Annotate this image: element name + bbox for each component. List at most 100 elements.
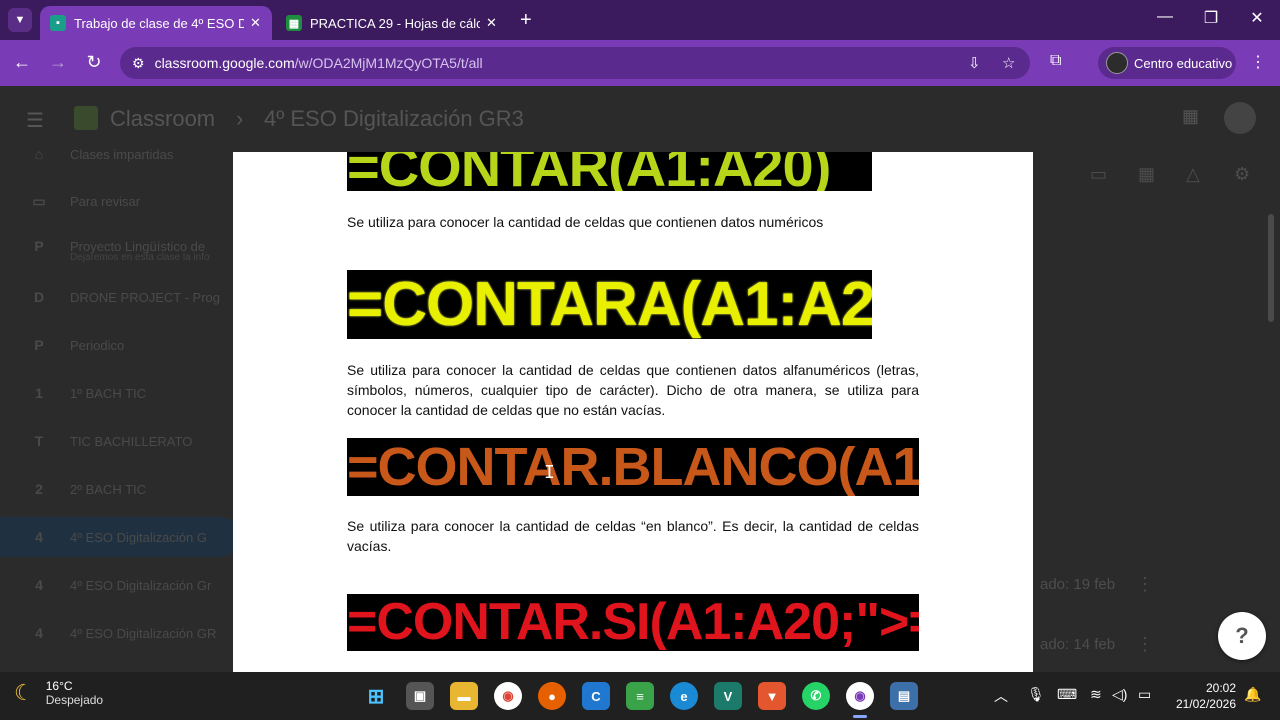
sidebar-item-class[interactable]: 4 4º ESO Digitalización Gr	[0, 565, 240, 605]
new-tab-button[interactable]: +	[520, 8, 532, 32]
sidebar-item-class[interactable]: 2 2º BACH TIC	[0, 469, 240, 509]
class-initial: 4	[35, 625, 43, 641]
edge-icon[interactable]: e	[670, 682, 698, 710]
close-icon[interactable]: ✕	[486, 15, 497, 31]
sidebar-item-review[interactable]: ▭ Para revisar	[0, 181, 240, 221]
whatsapp-icon[interactable]: ✆	[802, 682, 830, 710]
class-initial: P	[34, 238, 44, 254]
class-initial: 2	[35, 481, 43, 497]
sidebar-item-label: 4º ESO Digitalización G	[70, 529, 207, 545]
sheets-icon: ▦	[286, 15, 302, 31]
tab-title: PRACTICA 29 - Hojas de cálculo	[310, 15, 480, 31]
sidebar-item-class[interactable]: 4 4º ESO Digitalización GR	[0, 613, 240, 653]
avatar[interactable]	[1224, 102, 1256, 134]
formula-banner-contar-blanco: =CONTAR.BLANCO(A1:A20)	[347, 438, 919, 496]
tab-strip: ▼ ▪ Trabajo de clase de 4º ESO Digi ✕ ▦ …	[0, 0, 1280, 40]
description-contar: Se utiliza para conocer la cantidad de c…	[347, 214, 824, 230]
kebab-menu-icon[interactable]: ⋮	[1250, 52, 1266, 72]
task-view-icon[interactable]: ▣	[406, 682, 434, 710]
vscode-like-icon[interactable]: V	[714, 682, 742, 710]
brave-icon[interactable]: ▼	[758, 682, 786, 710]
formula-banner-contara: =CONTARA(A1:A20)	[347, 270, 872, 339]
back-button[interactable]: ←	[10, 52, 34, 73]
formula-banner-contar: =CONTAR(A1:A20)	[347, 152, 872, 191]
minimize-button[interactable]: —	[1150, 8, 1180, 26]
app-c-icon[interactable]: C	[582, 682, 610, 710]
help-button[interactable]: ?	[1218, 612, 1266, 660]
keyboard-icon[interactable]: ⌨	[1057, 686, 1077, 703]
moon-icon: ☾	[14, 680, 34, 705]
weather-widget[interactable]: ☾ 16°C Despejado	[14, 679, 103, 707]
battery-icon[interactable]: ▭	[1138, 686, 1151, 703]
class-initial: 4	[35, 529, 43, 545]
close-icon[interactable]: ✕	[250, 15, 261, 31]
sidebar-item-label: 4º ESO Digitalización Gr	[70, 577, 212, 593]
chevron-up-icon[interactable]: ︿	[994, 686, 1008, 706]
sidebar-item-label: TIC BACHILLERATO	[70, 433, 193, 449]
microphone-icon[interactable]: 🎙	[1027, 686, 1045, 703]
chrome-profile-icon[interactable]: ◉	[846, 682, 874, 710]
menu-icon[interactable]: ☰	[26, 108, 44, 133]
taskbar: ☾ 16°C Despejado ⊞ ▣ ▬ ◉ ● C ≡ e V ▼ ✆ ◉…	[0, 672, 1280, 720]
help-icon: ?	[1235, 623, 1249, 648]
sidebar-item-label: DRONE PROJECT - Prog	[70, 289, 221, 305]
tab-sheets[interactable]: ▦ PRACTICA 29 - Hojas de cálculo ✕	[276, 6, 514, 40]
folder-icon: ▭	[32, 192, 46, 209]
settings-gear-icon[interactable]: ⚙	[1234, 164, 1250, 185]
chrome-icon[interactable]: ◉	[494, 682, 522, 710]
sidebar-item-class[interactable]: T TIC BACHILLERATO	[0, 421, 240, 461]
temperature: 16°C	[45, 679, 73, 693]
breadcrumb[interactable]: 4º ESO Digitalización GR3	[264, 106, 524, 132]
tab-search-button[interactable]: ▼	[8, 8, 32, 32]
forward-button[interactable]: →	[46, 52, 70, 73]
window-close-button[interactable]: ✕	[1242, 8, 1272, 28]
sidebar-item-label: 4º ESO Digitalización GR	[70, 625, 217, 641]
url-path: /w/ODA2MjM1MzQyOTA5/t/all	[294, 55, 483, 71]
date: 21/02/2026	[1175, 697, 1236, 711]
class-initial: 4	[35, 577, 43, 593]
teach-icon: ⌂	[34, 146, 44, 162]
address-bar[interactable]: ⚙ classroom.google.com/w/ODA2MjM1MzQyOTA…	[120, 47, 1030, 79]
wifi-icon[interactable]: ≋	[1090, 686, 1102, 703]
class-initial: 1	[35, 385, 43, 401]
calendar-icon[interactable]: ▦	[1138, 164, 1155, 185]
stack-app-icon[interactable]: ≡	[626, 682, 654, 710]
sidebar-item-class-selected[interactable]: 4 4º ESO Digitalización G	[0, 517, 240, 557]
remote-app-icon[interactable]: ▤	[890, 682, 918, 710]
sidebar-item-label: 2º BACH TIC	[70, 481, 147, 497]
start-windows-icon[interactable]: ⊞	[362, 682, 390, 710]
weather-condition: Despejado	[45, 693, 104, 707]
page-scrollbar[interactable]	[1268, 214, 1274, 322]
install-app-icon[interactable]: ⇩	[968, 54, 981, 72]
more-vert-icon[interactable]: ⋮	[1136, 634, 1154, 655]
brand-name[interactable]: Classroom	[110, 106, 215, 132]
browser-toolbar: ← → ↻ ⚙ classroom.google.com/w/ODA2MjM1M…	[0, 40, 1280, 86]
notifications-icon[interactable]: 🔔	[1244, 686, 1261, 703]
time: 20:02	[1205, 681, 1236, 695]
profile-label: Centro educativo	[1134, 55, 1233, 71]
sidebar-item-subtitle: Dejaremos en esta clase la info	[70, 252, 210, 263]
video-icon[interactable]: ▭	[1090, 164, 1107, 185]
bookmark-star-icon[interactable]: ☆	[1002, 54, 1015, 72]
more-vert-icon[interactable]: ⋮	[1136, 574, 1154, 595]
site-info-icon[interactable]: ⚙	[132, 55, 145, 72]
reload-button[interactable]: ↻	[82, 52, 106, 73]
clock[interactable]: 20:02 21/02/2026	[1170, 680, 1236, 712]
drive-icon[interactable]: △	[1186, 164, 1200, 185]
sidebar-item-class[interactable]: 1 1º BACH TIC	[0, 373, 240, 413]
tab-classroom[interactable]: ▪ Trabajo de clase de 4º ESO Digi ✕	[40, 6, 272, 40]
document-preview[interactable]: =CONTAR(A1:A20) Se utiliza para conocer …	[233, 152, 1033, 672]
profile-button[interactable]: Centro educativo	[1098, 47, 1236, 79]
firefox-icon[interactable]: ●	[538, 682, 566, 710]
file-explorer-icon[interactable]: ▬	[450, 682, 478, 710]
extensions-icon[interactable]: ⧉	[1050, 52, 1061, 70]
tab-title: Trabajo de clase de 4º ESO Digi	[74, 15, 244, 31]
sidebar-item-class[interactable]: D DRONE PROJECT - Prog	[0, 277, 240, 317]
sidebar-item-class[interactable]: P Periodico	[0, 325, 240, 365]
volume-icon[interactable]: ◁)	[1112, 686, 1127, 703]
url-host: classroom.google.com	[154, 55, 295, 71]
sidebar-item-teaching[interactable]: ⌂ Clases impartidas	[0, 134, 240, 174]
apps-grid-icon[interactable]: ▦	[1182, 106, 1199, 127]
restore-button[interactable]: ❐	[1196, 8, 1226, 28]
formula-banner-contar-si: =CONTAR.SI(A1:A20;">=7")	[347, 594, 919, 651]
